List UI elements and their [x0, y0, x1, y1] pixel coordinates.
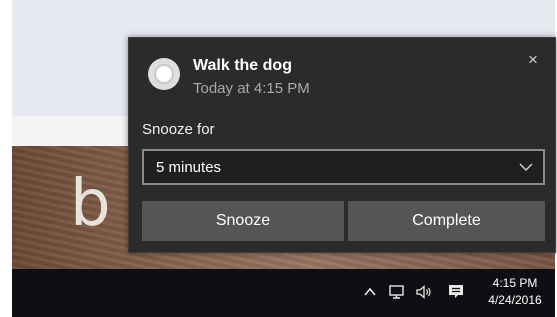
action-center-icon[interactable] [447, 283, 465, 301]
notification-toast: Walk the dog Today at 4:15 PM × Snooze f… [128, 37, 556, 253]
snooze-duration-value: 5 minutes [156, 159, 222, 176]
clock[interactable]: 4:15 PM 4/24/2016 [480, 275, 550, 309]
chevron-up-icon[interactable] [361, 283, 379, 301]
snooze-label: Snooze for [142, 121, 215, 138]
clock-time: 4:15 PM [492, 276, 538, 290]
wallpaper-logo-glyph: b [70, 167, 111, 241]
snooze-duration-select[interactable]: 5 minutes [142, 149, 545, 185]
complete-button[interactable]: Complete [348, 201, 545, 241]
notification-title: Walk the dog [193, 57, 292, 74]
reminder-app-icon-center [154, 64, 174, 84]
snooze-button[interactable]: Snooze [142, 201, 344, 241]
volume-icon[interactable] [415, 283, 433, 301]
clock-date: 4/24/2016 [488, 293, 542, 307]
close-icon[interactable]: × [523, 50, 543, 70]
notification-subtitle: Today at 4:15 PM [193, 80, 310, 97]
network-icon[interactable] [388, 283, 406, 301]
chevron-down-icon [519, 160, 533, 174]
taskbar: 4:15 PM 4/24/2016 [12, 269, 555, 317]
reminder-app-icon [148, 58, 180, 90]
